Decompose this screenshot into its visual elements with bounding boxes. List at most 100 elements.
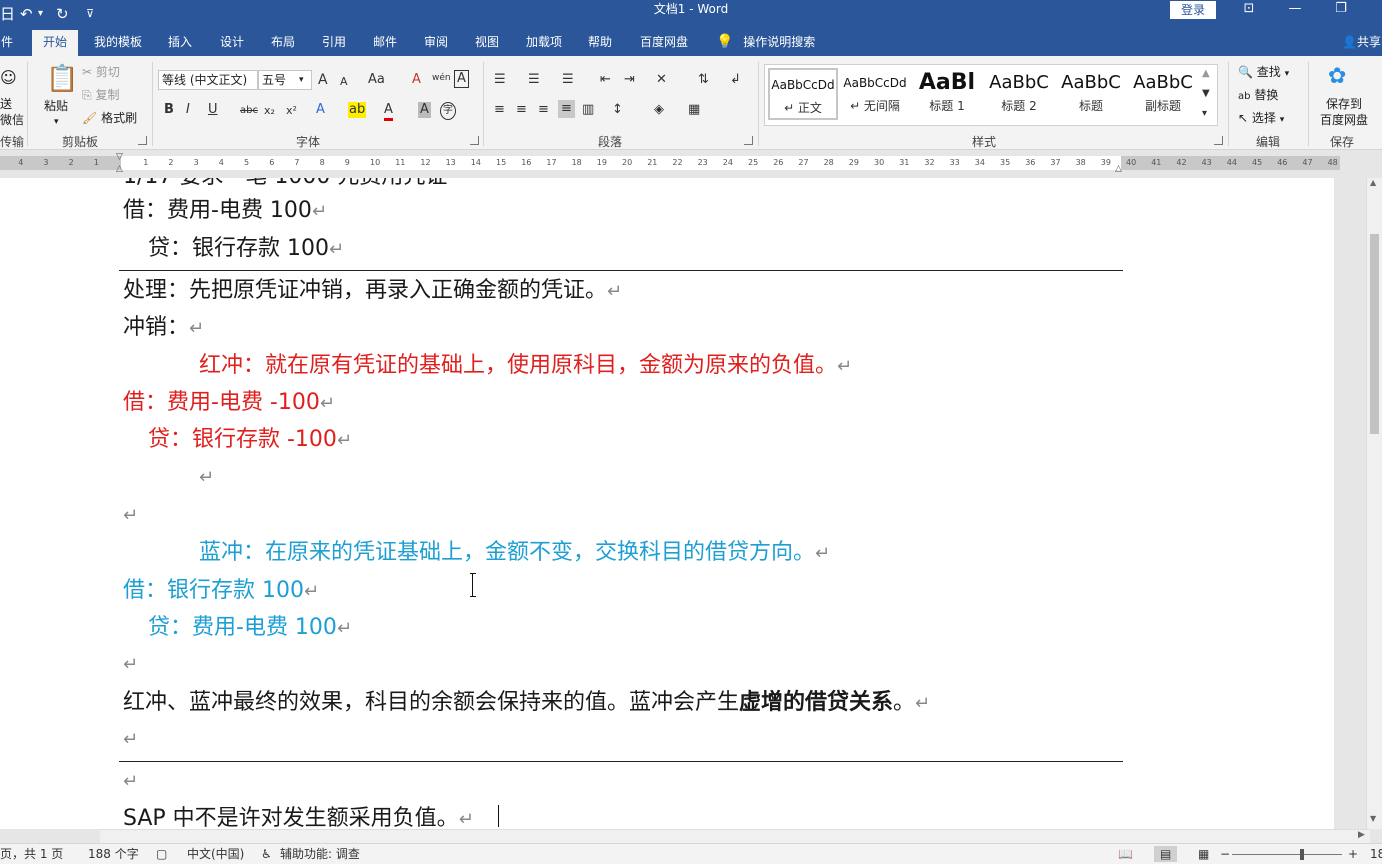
numbering-icon[interactable]: ☰	[528, 72, 540, 88]
decrease-indent-icon[interactable]: ⇤	[600, 72, 611, 88]
enclose-character-icon[interactable]: 字	[440, 102, 456, 120]
zoom-slider-track[interactable]	[1232, 854, 1342, 855]
distributed-icon[interactable]: ▥	[582, 102, 594, 118]
gallery-more-icon[interactable]: ▾	[1202, 106, 1207, 122]
format-painter-button[interactable]: 🖌 格式刷	[82, 110, 137, 126]
phonetic-guide-icon[interactable]: wén	[432, 70, 451, 86]
save-to-line2[interactable]: 百度网盘	[1320, 112, 1368, 128]
strikethrough-icon[interactable]: abc	[240, 103, 258, 119]
read-mode-icon[interactable]: 📖	[1118, 846, 1133, 862]
increase-indent-icon[interactable]: ⇥	[624, 72, 635, 88]
zoom-in-button[interactable]: +	[1348, 846, 1358, 862]
tab-file[interactable]: 件	[0, 30, 14, 56]
horizontal-ruler[interactable]: 4 3 2 1 1 2 3 4 5 6 7 8 9 10 11 12 13 14 15 16 17 18 19 20 21 22 2…	[0, 150, 1382, 178]
tab-review[interactable]: 审阅	[416, 30, 456, 56]
gallery-up-icon[interactable]: ▲	[1202, 66, 1210, 82]
word-count[interactable]: 188 个字	[88, 846, 139, 862]
highlight-icon[interactable]: ab	[348, 102, 367, 118]
font-color-icon[interactable]: A	[384, 102, 393, 121]
chinese-layout-icon[interactable]: ✕	[656, 72, 667, 88]
multilevel-list-icon[interactable]: ☰	[562, 72, 574, 88]
underline-icon[interactable]: U	[208, 102, 218, 118]
replace-button[interactable]: ab 替换	[1238, 87, 1278, 105]
copy-button[interactable]: ⎘ 复制	[82, 87, 119, 103]
superscript-icon[interactable]: x²	[286, 103, 297, 119]
right-indent-marker[interactable]: △	[1115, 164, 1122, 174]
tab-baidu-netdisk[interactable]: 百度网盘	[632, 30, 696, 56]
proofing-icon[interactable]: ▢	[156, 846, 167, 862]
align-right-icon[interactable]: ≡	[538, 102, 549, 118]
paste-icon[interactable]: 📋	[46, 64, 78, 94]
style-heading-1[interactable]: AaBl 标题 1	[912, 68, 982, 120]
document-page[interactable]: 1/17 要求一笔 1000 元费用凭证 借：费用-电费 100↵ 贷：银行存款…	[0, 178, 1334, 829]
send-wechat-line2[interactable]: 微信	[0, 112, 24, 128]
paragraph-launcher-icon[interactable]	[744, 136, 753, 145]
restore-button[interactable]: ❐	[1318, 0, 1364, 20]
find-button[interactable]: 🔍 查找 ▾	[1238, 64, 1289, 82]
first-line-indent-marker[interactable]: ▽	[116, 152, 123, 162]
style-subtitle[interactable]: AaBbC 副标题	[1128, 68, 1198, 120]
borders-icon[interactable]: ▦	[688, 102, 700, 118]
character-border-icon[interactable]: A	[454, 70, 469, 88]
tab-view[interactable]: 视图	[467, 30, 507, 56]
style-title[interactable]: AaBbC 标题	[1056, 68, 1126, 120]
gallery-down-icon[interactable]: ▼	[1202, 86, 1210, 102]
tab-add-ins[interactable]: 加载项	[518, 30, 570, 56]
show-marks-icon[interactable]: ↲	[730, 72, 741, 88]
print-layout-icon[interactable]: ▤	[1154, 846, 1178, 862]
shading-icon[interactable]: ◈	[654, 102, 664, 118]
vertical-scrollbar[interactable]: ▲ ▼	[1366, 178, 1382, 829]
vertical-scroll-thumb[interactable]	[1370, 234, 1379, 434]
tell-me-search[interactable]: 💡 操作说明搜索	[716, 30, 815, 56]
clear-format-icon[interactable]: A	[412, 72, 421, 88]
line-spacing-icon[interactable]: ↕	[612, 102, 623, 118]
grow-font-icon[interactable]: A	[318, 72, 328, 88]
baidu-netdisk-icon[interactable]: ✿	[1328, 64, 1346, 90]
paste-dropdown-icon[interactable]: ▾	[54, 114, 59, 130]
zoom-out-button[interactable]: −	[1220, 846, 1230, 862]
align-center-icon[interactable]: ≡	[516, 102, 527, 118]
cut-button[interactable]: ✂ 剪切	[82, 64, 120, 80]
bold-icon[interactable]: B	[164, 102, 174, 118]
sort-icon[interactable]: ⇅	[698, 72, 709, 88]
tab-insert[interactable]: 插入	[160, 30, 200, 56]
select-button[interactable]: ↖ 选择 ▾	[1238, 110, 1284, 128]
text-effects-icon[interactable]: A	[316, 102, 325, 118]
shrink-font-icon[interactable]: A	[340, 74, 348, 90]
tab-mailings[interactable]: 邮件	[365, 30, 405, 56]
tab-home[interactable]: 开始	[32, 30, 78, 56]
paste-button[interactable]: 粘贴	[44, 98, 68, 114]
language-indicator[interactable]: 中文(中国)	[187, 846, 244, 862]
italic-icon[interactable]: I	[186, 102, 190, 118]
send-wechat-line1[interactable]: 送	[0, 96, 12, 112]
share-button[interactable]: 👤共享	[1342, 30, 1381, 56]
tab-references[interactable]: 引用	[314, 30, 354, 56]
character-shading-icon[interactable]: A	[418, 102, 431, 118]
bullets-icon[interactable]: ☰	[494, 72, 506, 88]
style-normal[interactable]: AaBbCcDd ↵ 正文	[768, 68, 838, 120]
accessibility-status[interactable]: 辅助功能: 调查	[280, 846, 360, 862]
zoom-percent[interactable]: 18	[1370, 846, 1382, 862]
change-case-icon[interactable]: Aa	[368, 72, 385, 88]
font-launcher-icon[interactable]	[470, 136, 479, 145]
align-left-icon[interactable]: ≡	[494, 102, 505, 118]
login-button[interactable]: 登录	[1170, 1, 1216, 19]
zoom-slider-thumb[interactable]	[1300, 849, 1304, 860]
font-size-combo[interactable]: 五号 ▾	[258, 70, 312, 90]
tab-layout[interactable]: 布局	[263, 30, 303, 56]
minimize-button[interactable]: —	[1272, 0, 1318, 20]
web-layout-icon[interactable]: ▦	[1198, 846, 1209, 862]
tab-help[interactable]: 帮助	[580, 30, 620, 56]
font-name-combo[interactable]: 等线 (中文正文)	[158, 70, 258, 90]
styles-launcher-icon[interactable]	[1214, 136, 1223, 145]
style-heading-2[interactable]: AaBbC 标题 2	[984, 68, 1054, 120]
wechat-icon[interactable]: ☺	[0, 70, 17, 86]
subscript-icon[interactable]: x₂	[264, 103, 275, 119]
scroll-right-icon[interactable]: ▶	[1358, 830, 1365, 840]
save-to-line1[interactable]: 保存到	[1326, 96, 1362, 112]
tab-my-templates[interactable]: 我的模板	[88, 30, 148, 56]
ribbon-display-icon[interactable]: ⊡	[1226, 0, 1272, 20]
justify-icon[interactable]: ≡	[558, 100, 575, 118]
scroll-up-icon[interactable]: ▲	[1370, 178, 1376, 187]
tab-design[interactable]: 设计	[212, 30, 252, 56]
